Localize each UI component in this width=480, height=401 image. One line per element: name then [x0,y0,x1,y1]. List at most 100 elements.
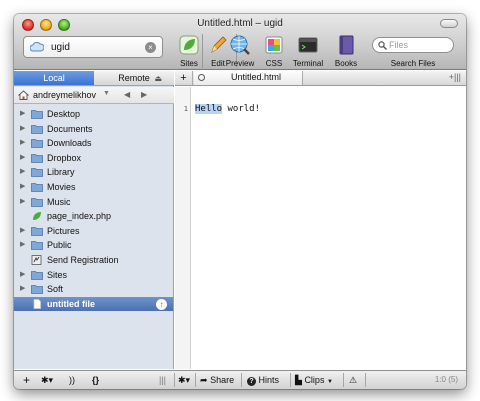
clear-site-icon[interactable]: × [145,42,156,53]
file-tree-item-sites[interactable]: ▶ Sites [14,268,173,283]
tab-untitled-html[interactable]: Untitled.html [194,71,303,85]
sidebar-resize-handle[interactable]: ||| [159,371,166,389]
file-tree-item-music[interactable]: ▶ Music [14,195,173,210]
folder-icon [31,241,43,251]
titlebar: Untitled.html – ugid ugid × Sites Edit P… [14,14,466,70]
file-tree-item-page-index-php[interactable]: page_index.php [14,209,173,224]
file-tree-item-documents[interactable]: ▶ Documents [14,122,173,137]
braces-icon[interactable]: {} [92,371,99,389]
toolbar-toggle-button[interactable] [440,19,458,28]
file-tree-item-label: untitled file [47,298,95,309]
disclosure-triangle-icon[interactable]: ▶ [20,238,25,253]
hints-label: Hints [258,375,280,385]
disclosure-triangle-icon[interactable]: ▶ [20,107,25,122]
file-tree-item-dropbox[interactable]: ▶ Dropbox [14,151,173,166]
file-tree-item-send-registration[interactable]: Send Registration [14,253,173,268]
file-tree-item-label: Library [47,167,75,178]
disclosure-triangle-icon[interactable]: ▶ [20,165,25,180]
terminal-icon [298,37,318,53]
hints-button[interactable]: ? Hints [247,371,279,389]
unsaved-indicator-icon[interactable] [198,74,205,81]
file-tree-item-label: Dropbox [47,152,82,163]
file-tree-item-label: Pictures [47,225,80,236]
gear-icon[interactable]: ✱▾ [41,371,53,389]
document-icon [33,298,41,309]
file-tree-item-downloads[interactable]: ▶ Downloads [14,136,173,151]
share-button[interactable]: ➦ Share [200,371,234,389]
sidebar-segmented-control: Local Remote ⏏ [14,71,174,86]
disclosure-triangle-icon[interactable]: ▶ [20,268,25,283]
divider [174,373,175,387]
back-arrow-icon[interactable]: ◀ [124,90,130,99]
folder-icon [31,270,43,280]
share-label: Share [210,375,235,385]
folder-icon [31,183,43,192]
folder-icon [31,168,43,178]
file-tree-item-library[interactable]: ▶ Library [14,165,173,180]
file-tree-item-label: Public [47,240,72,251]
eject-icon: ⏏ [154,74,162,83]
current-folder-label[interactable]: andreymelikhov [33,90,96,100]
forward-arrow-icon[interactable]: ▶ [141,90,147,99]
php-file-icon [33,212,41,221]
divider [241,373,242,387]
disclosure-triangle-icon[interactable]: ▶ [20,180,25,195]
css-palette-icon [265,36,283,54]
cloud-icon [30,42,44,52]
window-title: Untitled.html – ugid [197,18,283,29]
editor-gear-icon[interactable]: ✱▾ [178,371,190,389]
folder-dropdown-icon[interactable]: ▼ [103,90,110,97]
app-icon [31,255,42,265]
folder-icon [31,226,43,236]
file-tree-item-label: Sites [47,269,68,280]
add-item-button[interactable]: + [23,371,30,389]
search-files-field[interactable] [372,37,454,53]
file-tree-item-pictures[interactable]: ▶ Pictures [14,224,173,239]
search-files-input[interactable] [389,39,451,51]
divider [290,373,291,387]
file-tree-item-desktop[interactable]: ▶ Desktop [14,107,173,122]
chevron-down-icon: ▼ [326,379,333,385]
disclosure-triangle-icon[interactable]: ▶ [20,151,25,166]
file-tree-item-movies[interactable]: ▶ Movies [14,180,173,195]
rss-icon[interactable]: )) [69,371,75,389]
code-editor[interactable]: Hello world! [195,87,465,369]
divider [195,373,196,387]
tab-remote[interactable]: Remote ⏏ [94,71,174,85]
file-tree-item-label: Desktop [47,109,81,119]
disclosure-triangle-icon[interactable]: ▶ [20,282,25,297]
split-view-icon[interactable]: +||| [449,72,461,82]
code-line: Hello world! [195,104,260,114]
toolbar-books-button[interactable]: Books [324,34,368,68]
file-tree-item-soft[interactable]: ▶ Soft [14,282,173,297]
warning-icon[interactable]: ⚠ [349,371,357,389]
cursor-position: 1:0 (5) [434,375,458,384]
tab-label: Untitled.html [230,72,282,82]
path-bar: andreymelikhov ▼ ◀ ▶ [14,87,174,104]
disclosure-triangle-icon[interactable]: ▶ [20,195,25,210]
clips-label: Clips [304,375,325,385]
clips-icon: ▙ [295,375,302,385]
file-tree-item-label: Downloads [47,138,92,149]
new-tab-button[interactable]: + [175,71,193,85]
tab-remote-label: Remote [118,73,150,83]
code-selection: Hello [195,104,223,114]
tab-local[interactable]: Local [14,71,94,85]
line-number: 1 [183,105,188,113]
file-tree: ▶ Desktop ▶ Documents ▶ Downloads ▶ Drop… [14,107,173,312]
toolbar-books-label: Books [334,59,358,68]
file-tree-item-public[interactable]: ▶ Public [14,238,173,253]
clips-button[interactable]: ▙ Clips ▼ [295,371,333,389]
upload-icon[interactable]: ↑ [156,298,167,310]
search-files-label: Search Files [390,59,436,68]
site-selector[interactable]: ugid × [23,36,163,58]
folder-icon [31,139,43,149]
bottom-bar: + ✱▾ )) {} ||| ✱▾ ➦ Share ? Hints ▙ Clip… [14,370,466,389]
disclosure-triangle-icon[interactable]: ▶ [20,224,25,239]
code-text: world! [222,104,261,114]
disclosure-triangle-icon[interactable]: ▶ [20,122,25,137]
file-tree-item-untitled-file[interactable]: untitled file ↑ [14,296,173,312]
disclosure-triangle-icon[interactable]: ▶ [20,136,25,151]
file-tree-item-label: Send Registration [47,254,119,265]
app-window: Untitled.html – ugid ugid × Sites Edit P… [14,14,466,389]
